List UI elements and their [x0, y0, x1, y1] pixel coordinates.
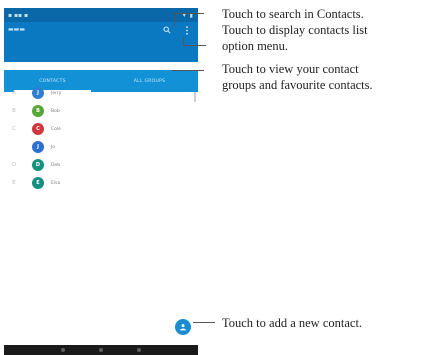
avatar: D — [32, 159, 44, 171]
contact-name: Elsa — [51, 180, 61, 186]
list-item[interactable]: C C Cole — [4, 120, 198, 138]
phone-screenshot: ▪ ▪▪ ▪ ▾ ▮ ▬▬▬ CONTACTS ALL GROUPS A J J… — [4, 8, 198, 355]
search-icon[interactable] — [162, 25, 172, 35]
contact-name: Deb — [51, 162, 61, 168]
callout-add: Touch to add a new contact. — [222, 316, 363, 330]
section-letter: A — [12, 90, 16, 96]
avatar: E — [32, 177, 44, 189]
avatar: J — [32, 87, 44, 99]
callout-search: Touch to search in Contacts. — [222, 7, 364, 21]
pointer-line-groups — [172, 70, 204, 71]
app-actions — [162, 25, 192, 35]
callout-options-line2: option menu. — [222, 39, 288, 53]
section-letter: D — [12, 162, 16, 168]
pointer-line-search-h — [174, 13, 204, 14]
list-item[interactable]: J Jo — [4, 138, 198, 156]
recents-icon[interactable] — [137, 348, 141, 352]
list-item[interactable]: A J Jerry — [4, 84, 198, 102]
callout-groups-line2: groups and favourite contacts. — [222, 78, 373, 92]
pointer-line-options — [183, 45, 206, 46]
back-icon[interactable] — [61, 348, 65, 352]
pointer-line-search — [174, 13, 175, 26]
home-icon[interactable] — [99, 348, 103, 352]
contact-list: A J Jerry B B Bob C C Cole J Jo D D Deb … — [4, 84, 198, 192]
callout-options-line1: Touch to display contacts list — [222, 23, 368, 37]
section-letter: C — [12, 126, 16, 132]
app-bar: ▬▬▬ CONTACTS ALL GROUPS — [4, 22, 198, 92]
section-letter: E — [12, 180, 16, 186]
contact-name: Jerry — [51, 90, 62, 96]
app-title-icon: ▬▬▬ — [8, 26, 26, 33]
pointer-line-options-v — [183, 37, 184, 46]
avatar: J — [32, 141, 44, 153]
contact-name: Cole — [51, 126, 61, 132]
status-bar: ▪ ▪▪ ▪ ▾ ▮ — [4, 8, 198, 22]
avatar: B — [32, 105, 44, 117]
pointer-line-add — [193, 322, 215, 323]
scrollbar[interactable] — [194, 92, 196, 102]
callout-groups-line1: Touch to view your contact — [222, 62, 359, 76]
status-time-icon: ▪ ▪▪ ▪ — [8, 11, 29, 19]
section-letter: B — [12, 108, 16, 114]
contact-name: Bob — [51, 108, 60, 114]
add-contact-icon — [180, 324, 186, 331]
list-item[interactable]: D D Deb — [4, 156, 198, 174]
more-vert-icon[interactable] — [182, 25, 192, 35]
avatar: C — [32, 123, 44, 135]
navigation-bar — [4, 345, 198, 355]
list-item[interactable]: E E Elsa — [4, 174, 198, 192]
list-item[interactable]: B B Bob — [4, 102, 198, 120]
contact-name: Jo — [51, 144, 56, 150]
add-contact-button[interactable] — [175, 319, 191, 335]
